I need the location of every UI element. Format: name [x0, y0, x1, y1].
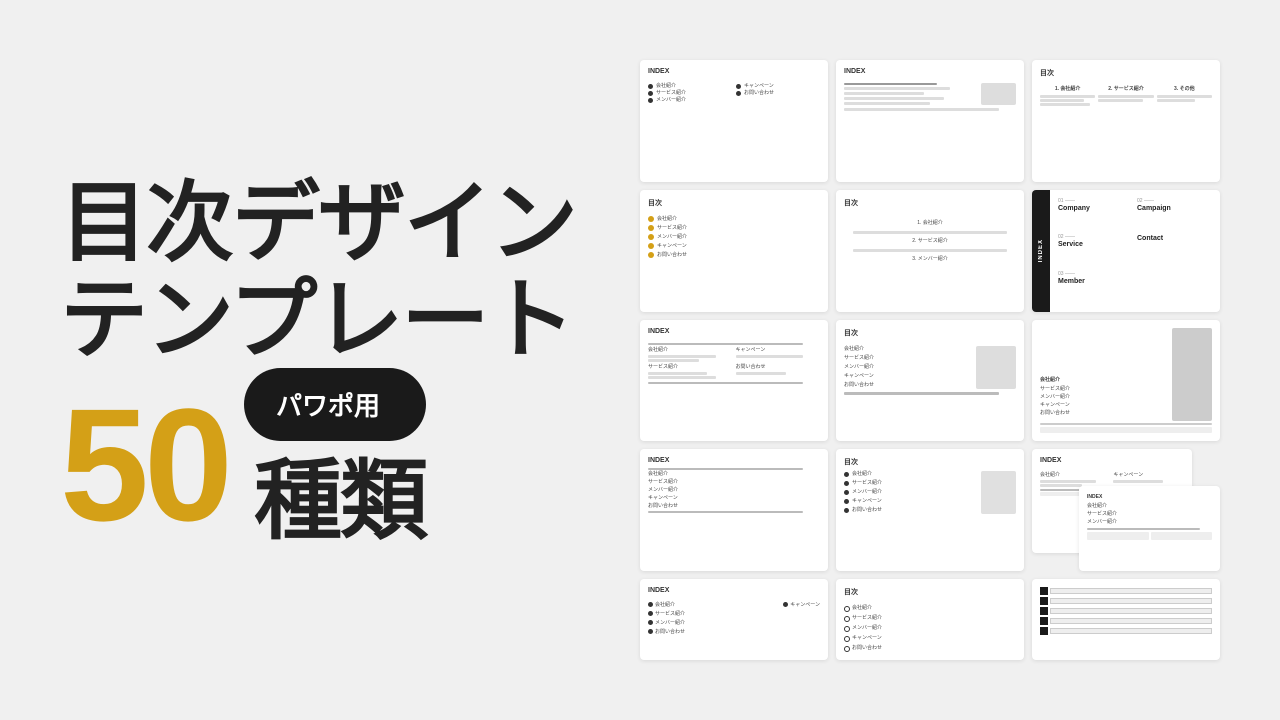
slide-8-content: 会社紹介 サービス紹介 メンバー紹介 キャンペーン お問い合わせ — [844, 346, 1016, 389]
slide-thumb-8: 目次 会社紹介 サービス紹介 メンバー紹介 キャンペーン お問い合わせ — [836, 320, 1024, 442]
slide-thumb-15: 目次 会社紹介 サービス紹介 メンバー紹介 キャンペーン — [836, 579, 1024, 660]
slide-grid: INDEX 会社紹介 サービス紹介 メンバー紹介 キャンペーン お問い合わせ I… — [620, 40, 1220, 680]
slide-thumb-6: INDEX 01 —— Company 02 —— Campaign 02 ——… — [1032, 190, 1220, 312]
slide-4-content: 会社紹介 サービス紹介 メンバー紹介 キャンペーン お問い合わせ — [648, 216, 820, 259]
slide-14-content: 会社紹介 キャンペーン サービス紹介 メンバー紹介 — [648, 602, 820, 636]
slide-1-col1: 会社紹介 サービス紹介 メンバー紹介 — [648, 83, 732, 104]
slide-thumb-9: 会社紹介 サービス紹介 メンバー紹介 キャンペーン お問い合わせ — [1032, 320, 1220, 442]
left-section: 目次デザインテンプレート 50 パワポ用 種類 — [60, 175, 620, 546]
slide-thumb-11: 目次 会社紹介 サービス紹介 メンバー紹介 キャンペーン お問い合わせ — [836, 449, 1024, 571]
slide-10-content: INDEX 会社紹介 サービス紹介 メンバー紹介 キャンペーン お問い合わせ — [648, 457, 820, 563]
slide-6-sidebar: INDEX — [1032, 190, 1050, 312]
number-row: 50 パワポ用 種類 — [60, 368, 620, 545]
slide-1-label: INDEX — [648, 68, 820, 75]
slide-3-content: 1. 会社紹介 2. サービス紹介 3. その他 — [1040, 86, 1212, 106]
slide-thumb-10: INDEX 会社紹介 サービス紹介 メンバー紹介 キャンペーン お問い合わせ — [640, 449, 828, 571]
slide-thumb-2: INDEX — [836, 60, 1024, 182]
slide-1-content: 会社紹介 サービス紹介 メンバー紹介 キャンペーン お問い合わせ — [648, 83, 820, 104]
slide-9-content: 会社紹介 サービス紹介 メンバー紹介 キャンペーン お問い合わせ — [1040, 328, 1212, 434]
count-number: 50 — [60, 385, 228, 545]
slide-thumb-12-13-container: INDEX 会社紹介 キャンペーン — [1032, 449, 1220, 571]
kinds-text: 種類 — [254, 457, 426, 545]
slide-2-content — [844, 83, 1016, 111]
slide-15-content: 会社紹介 サービス紹介 メンバー紹介 キャンペーン お問い合わせ — [844, 605, 1016, 652]
slide-5-content: 1. 会社紹介 2. サービス紹介 3. メンバー紹介 — [844, 220, 1016, 267]
slide-11-content: 目次 会社紹介 サービス紹介 メンバー紹介 キャンペーン お問い合わせ — [844, 457, 1016, 563]
slide-thumb-4: 目次 会社紹介 サービス紹介 メンバー紹介 キャンペーン お問い合わせ — [640, 190, 828, 312]
slide-7-content: 会社紹介 キャンペーン サービス紹介 — [648, 343, 820, 384]
slide-thumb-14: INDEX 会社紹介 キャンペーン サービス紹介 — [640, 579, 828, 660]
main-container: 目次デザインテンプレート 50 パワポ用 種類 INDEX 会社紹介 サービス紹… — [0, 0, 1280, 720]
slide-16-content — [1040, 587, 1212, 637]
slide-thumb-13: INDEX 会社紹介 サービス紹介 メンバー紹介 — [1079, 486, 1220, 571]
slide-6-content: 01 —— Company 02 —— Campaign 02 —— Servi… — [1050, 190, 1220, 312]
badge-label: パワポ用 — [244, 368, 426, 441]
slide-thumb-7: INDEX 会社紹介 キャンペーン サービス紹介 — [640, 320, 828, 442]
slide-thumb-3: 目次 1. 会社紹介 2. サービス紹介 3. その他 — [1032, 60, 1220, 182]
slide-thumb-1: INDEX 会社紹介 サービス紹介 メンバー紹介 キャンペーン お問い合わせ — [640, 60, 828, 182]
slide-1-col2: キャンペーン お問い合わせ — [736, 83, 820, 104]
slide-thumb-16 — [1032, 579, 1220, 660]
main-title: 目次デザインテンプレート — [60, 175, 620, 369]
slide-thumb-5: 目次 1. 会社紹介 2. サービス紹介 3. メンバー紹介 — [836, 190, 1024, 312]
